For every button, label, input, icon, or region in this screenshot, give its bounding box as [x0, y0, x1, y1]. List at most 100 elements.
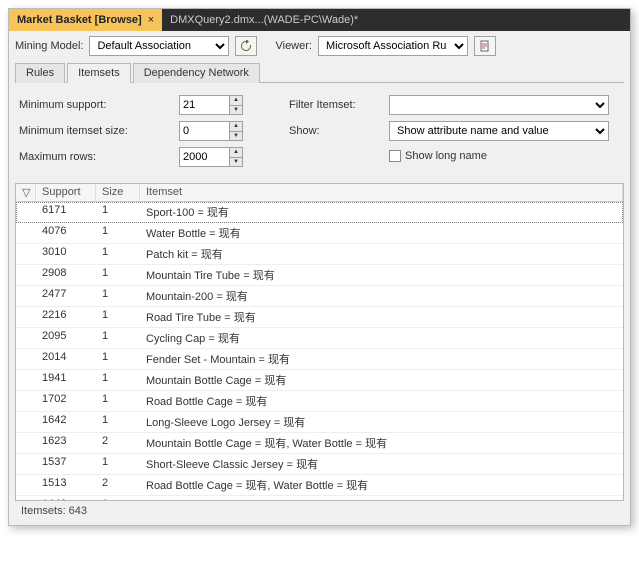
- table-row[interactable]: 16232Mountain Bottle Cage = 现有, Water Bo…: [16, 433, 623, 454]
- cell-itemset: Road-750 = 现有: [140, 496, 623, 500]
- max-rows-input[interactable]: [179, 147, 229, 167]
- viewer-select[interactable]: Microsoft Association Ru: [318, 36, 468, 56]
- cell-size: 1: [96, 496, 140, 500]
- cell-itemset: Road Tire Tube = 现有: [140, 307, 623, 327]
- table-row[interactable]: 16421Long-Sleeve Logo Jersey = 现有: [16, 412, 623, 433]
- table-row[interactable]: 24771Mountain-200 = 现有: [16, 286, 623, 307]
- table-row[interactable]: 15132Road Bottle Cage = 现有, Water Bottle…: [16, 475, 623, 496]
- col-itemset[interactable]: Itemset: [140, 184, 623, 201]
- cell-size: 1: [96, 244, 140, 264]
- spinner-down-icon[interactable]: ▼: [230, 132, 242, 141]
- min-support-spinner[interactable]: ▲▼: [179, 95, 243, 115]
- cell-support: 1941: [36, 370, 96, 390]
- cell-size: 1: [96, 370, 140, 390]
- cell-size: 1: [96, 202, 140, 222]
- table-row[interactable]: 20951Cycling Cap = 现有: [16, 328, 623, 349]
- itemset-count: Itemsets: 643: [21, 505, 87, 517]
- cell-support: 2095: [36, 328, 96, 348]
- tab-itemsets[interactable]: Itemsets: [67, 63, 131, 83]
- mining-model-select[interactable]: Default Association: [89, 36, 229, 56]
- cell-itemset: Mountain Tire Tube = 现有: [140, 265, 623, 285]
- cell-support: 1702: [36, 391, 96, 411]
- spinner-down-icon[interactable]: ▼: [230, 158, 242, 167]
- cell-size: 1: [96, 223, 140, 243]
- tab-label: DMXQuery2.dmx...(WADE-PC\Wade)*: [170, 14, 358, 26]
- col-support[interactable]: Support: [36, 184, 96, 201]
- cell-itemset: Cycling Cap = 现有: [140, 328, 623, 348]
- status-bar: Itemsets: 643: [15, 501, 624, 519]
- cell-support: 2216: [36, 307, 96, 327]
- show-select[interactable]: Show attribute name and value: [389, 121, 609, 141]
- cell-support: 2014: [36, 349, 96, 369]
- max-rows-spinner[interactable]: ▲▼: [179, 147, 243, 167]
- cell-itemset: Patch kit = 现有: [140, 244, 623, 264]
- cell-size: 2: [96, 475, 140, 495]
- col-size[interactable]: Size: [96, 184, 140, 201]
- max-rows-label: Maximum rows:: [19, 151, 96, 163]
- refresh-icon: [240, 40, 252, 52]
- tab-market-basket[interactable]: Market Basket [Browse] ×: [9, 9, 162, 31]
- table-row[interactable]: 61711Sport-100 = 现有: [16, 202, 623, 223]
- refresh-button[interactable]: [235, 36, 257, 56]
- cell-size: 1: [96, 307, 140, 327]
- min-support-input[interactable]: [179, 95, 229, 115]
- checkbox-box[interactable]: [389, 150, 401, 162]
- cell-itemset: Fender Set - Mountain = 现有: [140, 349, 623, 369]
- cell-size: 1: [96, 286, 140, 306]
- table-row[interactable]: 29081Mountain Tire Tube = 现有: [16, 265, 623, 286]
- cell-support: 2477: [36, 286, 96, 306]
- min-support-label: Minimum support:: [19, 99, 106, 111]
- cell-itemset: Sport-100 = 现有: [140, 202, 623, 222]
- filter-itemset-select[interactable]: [389, 95, 609, 115]
- table-row[interactable]: 19411Mountain Bottle Cage = 现有: [16, 370, 623, 391]
- min-itemset-size-spinner[interactable]: ▲▼: [179, 121, 243, 141]
- cell-support: 1642: [36, 412, 96, 432]
- cell-itemset: Mountain Bottle Cage = 现有, Water Bottle …: [140, 433, 623, 453]
- cell-size: 1: [96, 391, 140, 411]
- show-long-name-checkbox[interactable]: Show long name: [389, 150, 487, 162]
- filter-itemset-label: Filter Itemset:: [289, 99, 356, 111]
- cell-size: 1: [96, 412, 140, 432]
- table-row[interactable]: 17021Road Bottle Cage = 现有: [16, 391, 623, 412]
- cell-itemset: Mountain Bottle Cage = 现有: [140, 370, 623, 390]
- cell-itemset: Long-Sleeve Logo Jersey = 现有: [140, 412, 623, 432]
- cell-support: 6171: [36, 202, 96, 222]
- tab-dependency-network[interactable]: Dependency Network: [133, 63, 260, 83]
- toolbar: Mining Model: Default Association Viewer…: [15, 36, 624, 56]
- cell-support: 2908: [36, 265, 96, 285]
- viewer-options-button[interactable]: [474, 36, 496, 56]
- min-itemset-size-input[interactable]: [179, 121, 229, 141]
- spinner-down-icon[interactable]: ▼: [230, 106, 242, 115]
- tab-dmxquery[interactable]: DMXQuery2.dmx...(WADE-PC\Wade)*: [162, 9, 366, 31]
- spinner-up-icon[interactable]: ▲: [230, 148, 242, 158]
- app-window: Market Basket [Browse] × DMXQuery2.dmx..…: [8, 8, 631, 526]
- view-tabs: Rules Itemsets Dependency Network: [15, 62, 624, 83]
- itemsets-grid: ▽ Support Size Itemset 61711Sport-100 = …: [15, 183, 624, 501]
- show-label: Show:: [289, 125, 320, 137]
- spinner-up-icon[interactable]: ▲: [230, 96, 242, 106]
- cell-size: 1: [96, 328, 140, 348]
- tab-rules[interactable]: Rules: [15, 63, 65, 83]
- cell-support: 1537: [36, 454, 96, 474]
- cell-support: 1623: [36, 433, 96, 453]
- cell-size: 1: [96, 454, 140, 474]
- min-itemset-size-label: Minimum itemset size:: [19, 125, 128, 137]
- table-row[interactable]: 14431Road-750 = 现有: [16, 496, 623, 500]
- sort-indicator-icon[interactable]: ▽: [16, 184, 36, 201]
- close-icon[interactable]: ×: [148, 14, 154, 26]
- table-row[interactable]: 40761Water Bottle = 现有: [16, 223, 623, 244]
- grid-header: ▽ Support Size Itemset: [16, 184, 623, 202]
- tab-label: Market Basket [Browse]: [17, 14, 142, 26]
- cell-support: 4076: [36, 223, 96, 243]
- grid-body[interactable]: 61711Sport-100 = 现有40761Water Bottle = 现…: [16, 202, 623, 500]
- table-row[interactable]: 15371Short-Sleeve Classic Jersey = 现有: [16, 454, 623, 475]
- table-row[interactable]: 22161Road Tire Tube = 现有: [16, 307, 623, 328]
- cell-support: 1443: [36, 496, 96, 500]
- table-row[interactable]: 30101Patch kit = 现有: [16, 244, 623, 265]
- filter-panel: Minimum support: ▲▼ Filter Itemset: Mini…: [15, 83, 624, 177]
- spinner-up-icon[interactable]: ▲: [230, 122, 242, 132]
- cell-size: 1: [96, 265, 140, 285]
- cell-itemset: Short-Sleeve Classic Jersey = 现有: [140, 454, 623, 474]
- cell-support: 1513: [36, 475, 96, 495]
- table-row[interactable]: 20141Fender Set - Mountain = 现有: [16, 349, 623, 370]
